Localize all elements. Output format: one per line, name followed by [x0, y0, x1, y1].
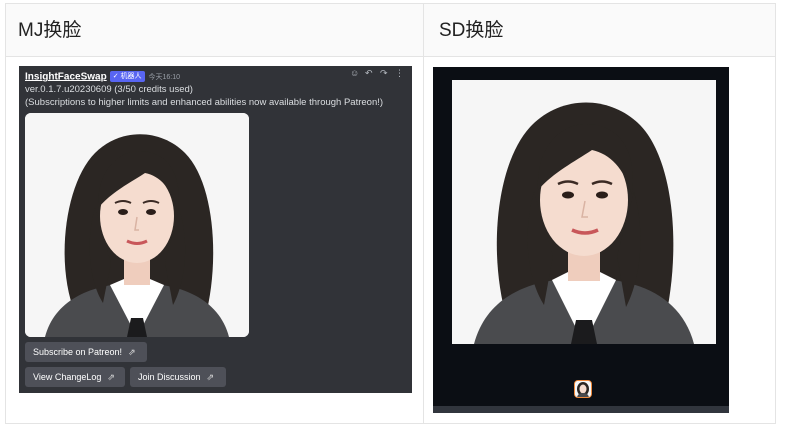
thumbnail-portrait: [575, 381, 591, 397]
message-actions: ☺ ↶ ↷ ⋮: [344, 66, 404, 78]
header-sd-face-swap: SD换脸: [439, 20, 504, 41]
portrait-illustration: [25, 113, 249, 337]
author-name[interactable]: InsightFaceSwap: [25, 71, 107, 82]
bot-badge: ✓ 机器人: [109, 71, 145, 83]
sd-result-panel: [433, 67, 729, 413]
face-swap-result-image[interactable]: [25, 113, 249, 337]
table-header-row: [6, 4, 775, 57]
changelog-label: View ChangeLog: [33, 372, 102, 382]
header-mj-face-swap: MJ换脸: [18, 20, 82, 41]
subscribe-label: Subscribe on Patreon!: [33, 347, 123, 357]
reply-icon[interactable]: ↶: [365, 69, 374, 78]
message-header: InsightFaceSwap ✓ 机器人 今天16:10: [25, 68, 181, 83]
join-discussion-button[interactable]: Join Discussion ⇗: [130, 367, 226, 387]
external-link-icon: ⇗: [107, 372, 115, 382]
more-icon[interactable]: ⋮: [395, 69, 404, 78]
subscribe-patreon-button[interactable]: Subscribe on Patreon! ⇗: [25, 342, 147, 362]
portrait-illustration: [452, 80, 716, 344]
reaction-icon[interactable]: ☺: [350, 69, 359, 78]
sd-face-swap-image[interactable]: [452, 80, 716, 344]
discussion-label: Join Discussion: [138, 372, 201, 382]
external-link-icon: ⇗: [206, 372, 215, 382]
panel-bottom-bar: [433, 406, 729, 413]
column-divider: [423, 4, 424, 423]
forward-icon[interactable]: ↷: [380, 69, 389, 78]
subscription-line: (Subscriptions to higher limits and enha…: [25, 97, 384, 108]
discord-message-card: InsightFaceSwap ✓ 机器人 今天16:10 ☺ ↶ ↷ ⋮ ver.0.1…: [19, 66, 412, 393]
view-changelog-button[interactable]: View ChangeLog ⇗: [25, 367, 125, 387]
message-timestamp: 今天16:10: [148, 73, 181, 81]
external-link-icon: ⇗: [128, 347, 136, 357]
result-thumbnail[interactable]: [574, 380, 592, 398]
version-line: ver.0.1.7.u20230609 (3/50 credits used): [25, 84, 193, 95]
